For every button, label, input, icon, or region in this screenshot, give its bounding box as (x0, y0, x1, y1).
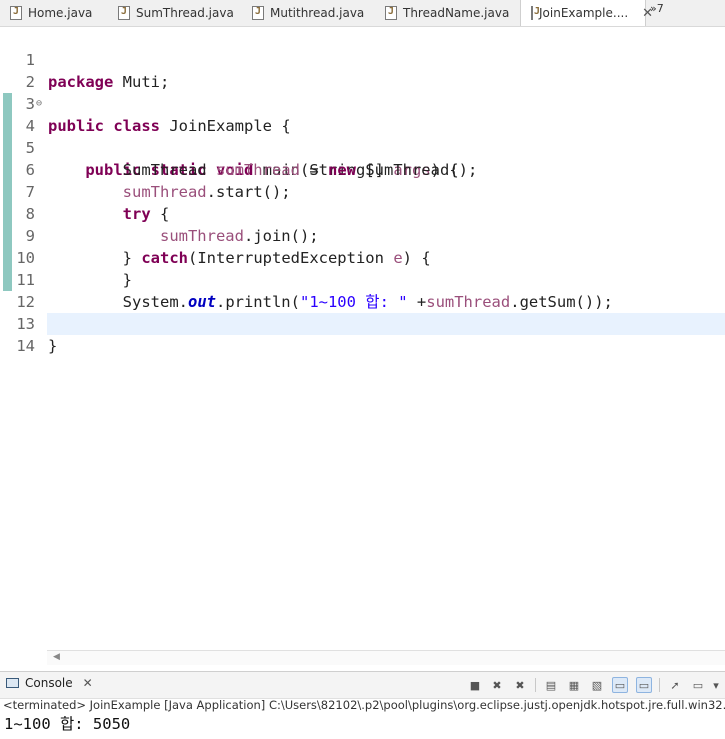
chevron-down-icon[interactable]: ▾ (708, 677, 724, 693)
terminate-icon[interactable]: ■ (467, 677, 483, 693)
clear-console-icon[interactable]: ▤ (543, 677, 559, 693)
toolbar-separator (535, 678, 536, 692)
horizontal-scrollbar[interactable]: ◀ (47, 650, 725, 665)
code-line-2: 2 (0, 49, 725, 91)
remove-launch-icon[interactable]: ✖ (489, 677, 505, 693)
code-line-4: 4 ⊖ public static void main(String[] arg… (0, 93, 725, 179)
code-line-3: 3 public class JoinExample { (0, 71, 725, 135)
code-line-12: 12 } (0, 269, 725, 333)
java-file-icon (10, 6, 22, 20)
line-number: 14 (16, 337, 35, 355)
java-file-icon (118, 6, 130, 20)
fold-collapse-icon[interactable]: ⊖ (36, 93, 42, 115)
tab-overflow-button[interactable]: »7 (650, 2, 664, 15)
console-tab-label: Console (25, 676, 73, 690)
tab-label: Home.java (28, 6, 93, 20)
console-tab[interactable]: Console ✕ (6, 676, 93, 690)
code-line-1: 1 package Muti; (0, 27, 725, 91)
code-line-11: 11 System.out.println("1~100 합: " +sumTh… (0, 247, 725, 311)
code-line-13: 13 } (0, 291, 725, 355)
code-line-14: 14 (0, 313, 725, 355)
console-output[interactable]: 1~100 합: 5050 (4, 713, 130, 735)
code-line-9: 9 } catch(InterruptedException e) { (0, 203, 725, 267)
tab-joinexample-java[interactable]: JoinExample.... ✕ (520, 0, 653, 26)
console-status-line: <terminated> JoinExample [Java Applicati… (3, 698, 725, 712)
tab-label: SumThread.java (136, 6, 234, 20)
code-line-7: 7 try { (0, 159, 725, 223)
tab-mutithread-java[interactable]: Mutithread.java (242, 0, 377, 26)
java-file-icon (531, 6, 540, 20)
show-on-stderr-icon[interactable]: ▭ (636, 677, 652, 693)
tab-threadname-java[interactable]: ThreadName.java (375, 0, 520, 26)
word-wrap-icon[interactable]: ▧ (589, 677, 605, 693)
java-file-icon (252, 6, 264, 20)
tab-home-java[interactable]: Home.java (0, 0, 108, 26)
code-line-8: 8 sumThread.join(); (0, 181, 725, 245)
tab-label: ThreadName.java (403, 6, 510, 20)
scroll-left-icon[interactable]: ◀ (53, 652, 60, 662)
tab-label: JoinExample.... (539, 6, 629, 20)
java-file-icon (385, 6, 397, 20)
console-icon (6, 678, 19, 688)
tab-sumthread-java[interactable]: SumThread.java (108, 0, 250, 26)
console-view-bar: Console ✕ ■ ✖ ✖ ▤ ▦ ▧ ▭ ▭ ➚ ▭ ▾ (0, 671, 725, 699)
code-text: } (48, 337, 58, 355)
scroll-lock-icon[interactable]: ▦ (566, 677, 582, 693)
remove-all-launches-icon[interactable]: ✖ (512, 677, 528, 693)
close-icon[interactable]: ✕ (83, 676, 93, 690)
code-line-5: 5 SumThread sumThread = new SumThread(); (0, 115, 725, 179)
tab-label: Mutithread.java (270, 6, 365, 20)
editor-tab-bar: Home.java SumThread.java Mutithread.java… (0, 0, 725, 27)
display-console-icon[interactable]: ▭ (690, 677, 706, 693)
pin-console-icon[interactable]: ➚ (667, 677, 683, 693)
code-line-6: 6 sumThread.start(); (0, 137, 725, 201)
code-line-10: 10 } (0, 225, 725, 289)
code-editor[interactable]: 1 package Muti; 2 3 public class JoinExa… (0, 27, 725, 665)
toolbar-separator (659, 678, 660, 692)
show-on-stdout-icon[interactable]: ▭ (612, 677, 628, 693)
